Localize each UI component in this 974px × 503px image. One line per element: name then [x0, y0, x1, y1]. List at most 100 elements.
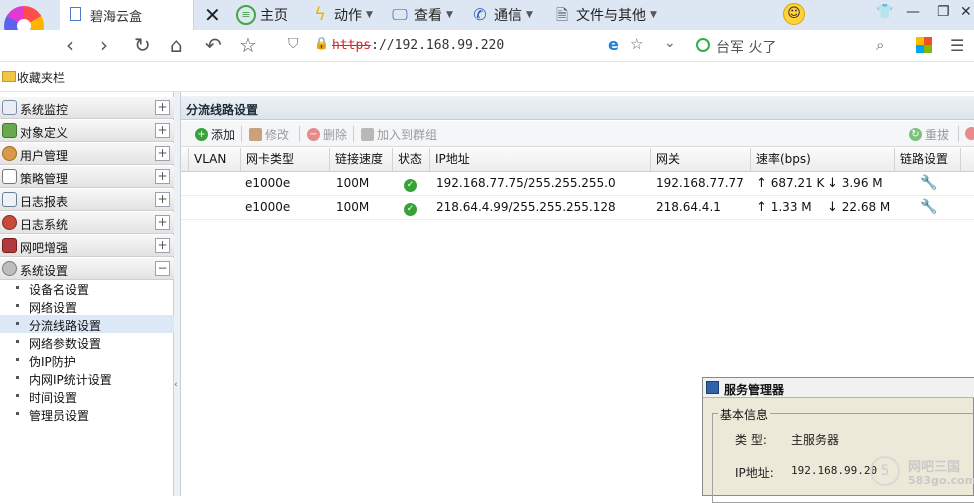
- nic-cell: e1000e: [245, 200, 291, 214]
- menu-home-label: 主页: [260, 8, 288, 24]
- sidebar-item-label: 网吧增强: [20, 241, 69, 255]
- rate-up-cell: ↑ 1.33 M: [756, 196, 812, 220]
- collapse-arrow-icon[interactable]: ‹: [174, 380, 178, 390]
- close-tab-icon[interactable]: ✕: [204, 3, 221, 27]
- bullet-icon: [16, 376, 19, 379]
- menu-view-label: 查看: [414, 8, 442, 24]
- back-icon[interactable]: ‹: [66, 35, 74, 55]
- collapse-icon[interactable]: −: [155, 261, 170, 276]
- chevron-down-icon[interactable]: ⌄: [664, 35, 676, 51]
- menu-view[interactable]: 🖵 查看 ▼: [390, 3, 453, 27]
- smiley-icon[interactable]: ☺: [783, 3, 805, 25]
- favorite-star-icon[interactable]: ☆: [630, 35, 643, 53]
- page-icon: [70, 7, 81, 21]
- column-vlan[interactable]: VLAN: [189, 148, 241, 172]
- subitem-lan-ip-stats[interactable]: 内网IP统计设置: [0, 369, 174, 387]
- join-group-button[interactable]: 加入到群组: [361, 126, 437, 142]
- search-icon[interactable]: ⌕: [876, 36, 884, 54]
- popup-title-bar[interactable]: 服务管理器: [703, 378, 974, 398]
- subitem-label: 管理员设置: [29, 409, 90, 423]
- log-system-icon: [2, 215, 17, 230]
- expand-icon[interactable]: +: [155, 192, 170, 207]
- subitem-network-params[interactable]: 网络参数设置: [0, 333, 174, 351]
- table-row[interactable]: e1000e 100M ✓ 192.168.77.75/255.255.255.…: [181, 172, 974, 196]
- subitem-label: 分流线路设置: [29, 319, 102, 333]
- menu-home[interactable]: ≡ 主页: [236, 3, 288, 27]
- subitem-network[interactable]: 网络设置: [0, 297, 174, 315]
- restore-icon[interactable]: ❐: [937, 4, 950, 20]
- ie-mode-icon[interactable]: e: [608, 35, 619, 54]
- table-header: VLAN 网卡类型 链接速度 状态 IP地址 网关 速率(bps) 链路设置: [181, 148, 974, 172]
- table-row[interactable]: e1000e 100M ✓ 218.64.4.99/255.255.255.12…: [181, 196, 974, 220]
- menu-files[interactable]: 🗎 文件与其他 ▼: [552, 3, 657, 27]
- chart-icon: [2, 100, 17, 115]
- subitem-device-name[interactable]: 设备名设置: [0, 279, 174, 297]
- bullet-icon: [16, 340, 19, 343]
- sidebar-item-netbar-enhance[interactable]: 网吧增强 +: [0, 235, 174, 257]
- chevron-down-icon: ▼: [446, 10, 453, 20]
- arrow-down-icon: ↓: [827, 176, 838, 191]
- panel-splitter[interactable]: ‹: [174, 92, 181, 496]
- home-page-icon[interactable]: ⌂: [170, 35, 183, 55]
- bookmark-star-icon[interactable]: ☆: [239, 35, 257, 55]
- chevron-down-icon: ▼: [650, 10, 657, 20]
- search-box[interactable]: 台军 火了 ⌕: [686, 33, 904, 59]
- sidebar-item-log-report[interactable]: 日志报表 +: [0, 189, 174, 211]
- column-status[interactable]: 状态: [393, 148, 430, 172]
- apps-grid-icon[interactable]: [916, 37, 932, 53]
- panel-title-bar: 分流线路设置: [181, 96, 974, 120]
- expand-icon[interactable]: +: [155, 169, 170, 184]
- browser-tab[interactable]: 碧海云盒: [60, 0, 194, 30]
- subitem-fake-ip[interactable]: 伪IP防护: [0, 351, 174, 369]
- sidebar-item-label: 对象定义: [20, 126, 69, 140]
- sidebar-item-system-monitor[interactable]: 系统监控 +: [0, 97, 174, 119]
- favorites-label[interactable]: 收藏夹栏: [17, 69, 65, 86]
- menu-icon[interactable]: ☰: [950, 36, 964, 55]
- sidebar-item-object-define[interactable]: 对象定义 +: [0, 120, 174, 142]
- disconnect-icon[interactable]: [965, 127, 974, 140]
- speed-cell: 100M: [336, 176, 370, 190]
- column-rate[interactable]: 速率(bps): [751, 148, 895, 172]
- column-link-speed[interactable]: 链接速度: [330, 148, 393, 172]
- sidebar-item-log-system[interactable]: 日志系统 +: [0, 212, 174, 234]
- edit-label: 修改: [265, 127, 290, 142]
- redial-button[interactable]: ↻ 重拔: [909, 126, 949, 142]
- monitor-icon: 🖵: [392, 5, 408, 24]
- expand-icon[interactable]: +: [155, 100, 170, 115]
- add-button[interactable]: + 添加: [195, 126, 235, 142]
- address-bar[interactable]: ⛉ 🔒 https://192.168.99.220 e ☆ ⌄: [278, 33, 678, 59]
- expand-icon[interactable]: +: [155, 123, 170, 138]
- delete-button[interactable]: − 删除: [307, 126, 347, 142]
- subitem-admin[interactable]: 管理员设置: [0, 405, 174, 423]
- expand-icon[interactable]: +: [155, 215, 170, 230]
- sidebar-item-user-management[interactable]: 用户管理 +: [0, 143, 174, 165]
- menu-action[interactable]: ϟ 动作 ▼: [310, 3, 373, 27]
- column-nic-type[interactable]: 网卡类型: [241, 148, 330, 172]
- browser-title-bar: 碧海云盒 ✕ ≡ 主页 ϟ 动作 ▼ 🖵 查看 ▼ ✆ 通信 ▼ 🗎 文件与其他…: [0, 0, 974, 46]
- skin-icon[interactable]: 👕: [876, 4, 893, 20]
- rate-down-value: 22.68 M: [841, 200, 891, 214]
- edit-button[interactable]: 修改: [249, 126, 289, 142]
- column-gateway[interactable]: 网关: [651, 148, 751, 172]
- minimize-icon[interactable]: —: [906, 4, 920, 20]
- menu-comm[interactable]: ✆ 通信 ▼: [470, 3, 533, 27]
- wrench-icon[interactable]: 🔧: [920, 172, 937, 196]
- column-select[interactable]: [181, 148, 189, 172]
- refresh-icon[interactable]: ↻: [134, 35, 151, 55]
- expand-icon[interactable]: +: [155, 146, 170, 161]
- forward-icon[interactable]: ›: [100, 35, 108, 55]
- wrench-icon[interactable]: 🔧: [920, 196, 937, 220]
- expand-icon[interactable]: +: [155, 238, 170, 253]
- ip-value: 192.168.99.20: [791, 464, 878, 477]
- subitem-time[interactable]: 时间设置: [0, 387, 174, 405]
- rate-up-cell: ↑ 687.21 K: [756, 172, 824, 196]
- search-input[interactable]: 台军 火了: [716, 37, 776, 57]
- subitem-split-line[interactable]: 分流线路设置: [0, 315, 174, 333]
- sidebar-item-policy-management[interactable]: 策略管理 +: [0, 166, 174, 188]
- column-link-settings[interactable]: 链路设置: [895, 148, 961, 172]
- sidebar-item-system-settings[interactable]: 系统设置 −: [0, 258, 174, 280]
- column-ip[interactable]: IP地址: [430, 148, 651, 172]
- close-window-icon[interactable]: ✕: [960, 4, 972, 20]
- undo-icon[interactable]: ↶: [205, 35, 222, 55]
- status-ok-icon: ✓: [404, 179, 417, 192]
